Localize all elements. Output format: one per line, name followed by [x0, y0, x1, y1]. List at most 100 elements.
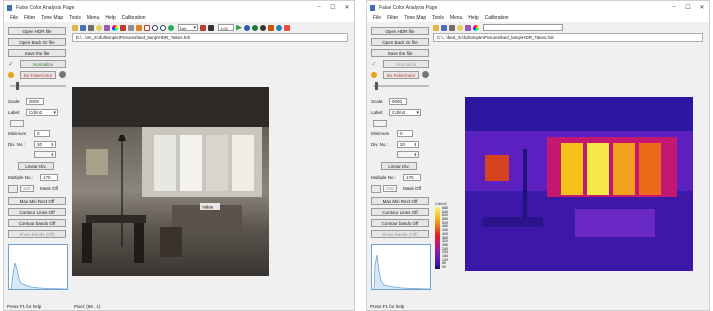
exposure-slider[interactable]: [373, 82, 429, 90]
normalize-button[interactable]: Normalize: [20, 60, 66, 68]
color-wheel-icon[interactable]: [112, 24, 118, 31]
menu-filter[interactable]: Filter: [24, 15, 35, 21]
stop-icon[interactable]: [200, 24, 206, 31]
minimize-icon[interactable]: –: [312, 4, 326, 11]
linear-div-button[interactable]: Linear Div.: [381, 162, 417, 170]
file-path: C:\...\bed_2c\fullsimple\Pictures\bed_la…: [433, 33, 703, 42]
menu-tone-map[interactable]: Tone Map: [404, 15, 426, 21]
check-icon: ✓: [8, 61, 14, 68]
contour-lines-button[interactable]: Contour Lines Off: [8, 208, 66, 216]
value-tag-text: Value: [202, 205, 214, 210]
channel-field[interactable]: [483, 24, 563, 31]
save-file-button[interactable]: Save the file: [8, 49, 66, 57]
ellipse-icon[interactable]: [160, 24, 166, 31]
scale-field[interactable]: 0000: [26, 98, 44, 105]
close-icon[interactable]: ✕: [340, 4, 354, 11]
menu-file[interactable]: File: [10, 15, 18, 21]
folder-icon[interactable]: [72, 24, 78, 31]
zoom-icon[interactable]: [96, 24, 102, 31]
histogram-curve: [373, 254, 430, 289]
multiple-field[interactable]: 170: [40, 174, 58, 181]
falsecolor-icon: [371, 72, 377, 78]
normalize-button: Normalize: [383, 60, 429, 68]
brush-icon[interactable]: [104, 24, 110, 31]
menu-help[interactable]: Help: [468, 15, 478, 21]
stamp-icon[interactable]: [128, 24, 134, 31]
maximize-icon[interactable]: ☐: [681, 4, 695, 11]
menu-tools[interactable]: Tools: [69, 15, 81, 21]
maximize-icon[interactable]: ☐: [326, 4, 340, 11]
mask-icon[interactable]: [136, 24, 142, 31]
linear-div-button[interactable]: Linear Div.: [18, 162, 54, 170]
mask-value-field: 100: [20, 185, 34, 192]
unit-select[interactable]: Cd/m2: [389, 109, 421, 116]
falsecolor-image[interactable]: [465, 97, 693, 271]
menu-calibration[interactable]: Calibration: [485, 15, 509, 21]
save-icon[interactable]: [80, 24, 86, 31]
slider-thumb[interactable]: [16, 82, 19, 90]
contour-bands-button[interactable]: Contour bands Off: [8, 219, 66, 227]
gear-icon[interactable]: [168, 24, 174, 31]
max-min-rect-button[interactable]: Max Min Rect Off: [8, 197, 66, 205]
record-icon[interactable]: [244, 24, 250, 31]
scale-field[interactable]: 0000: [389, 98, 407, 105]
contour-lines-button[interactable]: Contour Lines Off: [371, 208, 429, 216]
slider-thumb[interactable]: [375, 82, 378, 90]
open-background-button[interactable]: Open Back Gr file: [8, 38, 66, 46]
hdr-icon[interactable]: [88, 24, 94, 31]
menu-calibration[interactable]: Calibration: [122, 15, 146, 21]
div-field[interactable]: 20: [34, 141, 56, 148]
unit-select[interactable]: Cd/m2: [26, 109, 58, 116]
minimum-field[interactable]: 0: [397, 130, 413, 137]
save-file-button[interactable]: Save the file: [371, 49, 429, 57]
info-icon[interactable]: [276, 24, 282, 31]
open-hdr-button[interactable]: Open HDR file: [8, 27, 66, 35]
pin-icon[interactable]: [268, 24, 274, 31]
minimum-field[interactable]: 0: [34, 130, 50, 137]
mask-checkbox[interactable]: [371, 185, 381, 193]
open-background-button[interactable]: Open Back Gr file: [371, 38, 429, 46]
brush-icon[interactable]: [465, 24, 471, 31]
menu-file[interactable]: File: [373, 15, 381, 21]
window-controls: – ☐ ✕: [312, 4, 354, 11]
status-bar: Press F1 for help Pixel: (59 , 1): [4, 303, 354, 310]
open-hdr-button[interactable]: Open HDR file: [371, 27, 429, 35]
menu-menu[interactable]: Menu: [450, 15, 463, 21]
globe-icon[interactable]: [422, 71, 429, 78]
globe-icon[interactable]: [59, 71, 66, 78]
menu-filter[interactable]: Filter: [387, 15, 398, 21]
mask-checkbox[interactable]: [8, 185, 18, 193]
div-field[interactable]: 20: [397, 141, 419, 148]
multiple-field[interactable]: 170: [403, 174, 421, 181]
hdr-image[interactable]: Value: [72, 87, 269, 276]
hdr-icon[interactable]: [449, 24, 455, 31]
exit-icon[interactable]: [284, 24, 290, 31]
exposure-slider[interactable]: [10, 82, 66, 90]
menu-menu[interactable]: Menu: [87, 15, 100, 21]
multiple-label: Multiple No.:: [371, 175, 397, 180]
menu-tone-map[interactable]: Tone Map: [41, 15, 63, 21]
falsecolor-button[interactable]: Do FalseColor: [383, 71, 419, 79]
falsecolor-button[interactable]: Do FalseColor: [20, 71, 56, 79]
close-icon[interactable]: ✕: [695, 4, 709, 11]
histogram-curve: [10, 262, 67, 289]
target-icon[interactable]: [260, 24, 266, 31]
menu-tools[interactable]: Tools: [432, 15, 444, 21]
folder-icon[interactable]: [433, 24, 439, 31]
zoom-icon[interactable]: [457, 24, 463, 31]
zoom-field[interactable]: 1:00: [218, 24, 234, 31]
channel-select[interactable]: Def: [178, 24, 198, 31]
show-bands-button: Show Bands (Off): [8, 230, 66, 238]
max-min-rect-button[interactable]: Max Min Rect Off: [371, 197, 429, 205]
save-icon[interactable]: [441, 24, 447, 31]
rect-icon[interactable]: [144, 24, 150, 31]
play-icon[interactable]: [236, 24, 242, 31]
grid-icon[interactable]: [208, 24, 214, 31]
sphere-icon[interactable]: [252, 24, 258, 31]
contour-bands-button[interactable]: Contour bands Off: [371, 219, 429, 227]
color-wheel-icon[interactable]: [473, 24, 479, 31]
circle-icon[interactable]: [152, 24, 158, 31]
minimize-icon[interactable]: –: [667, 4, 681, 11]
palette-icon[interactable]: [120, 24, 126, 31]
menu-help[interactable]: Help: [105, 15, 115, 21]
